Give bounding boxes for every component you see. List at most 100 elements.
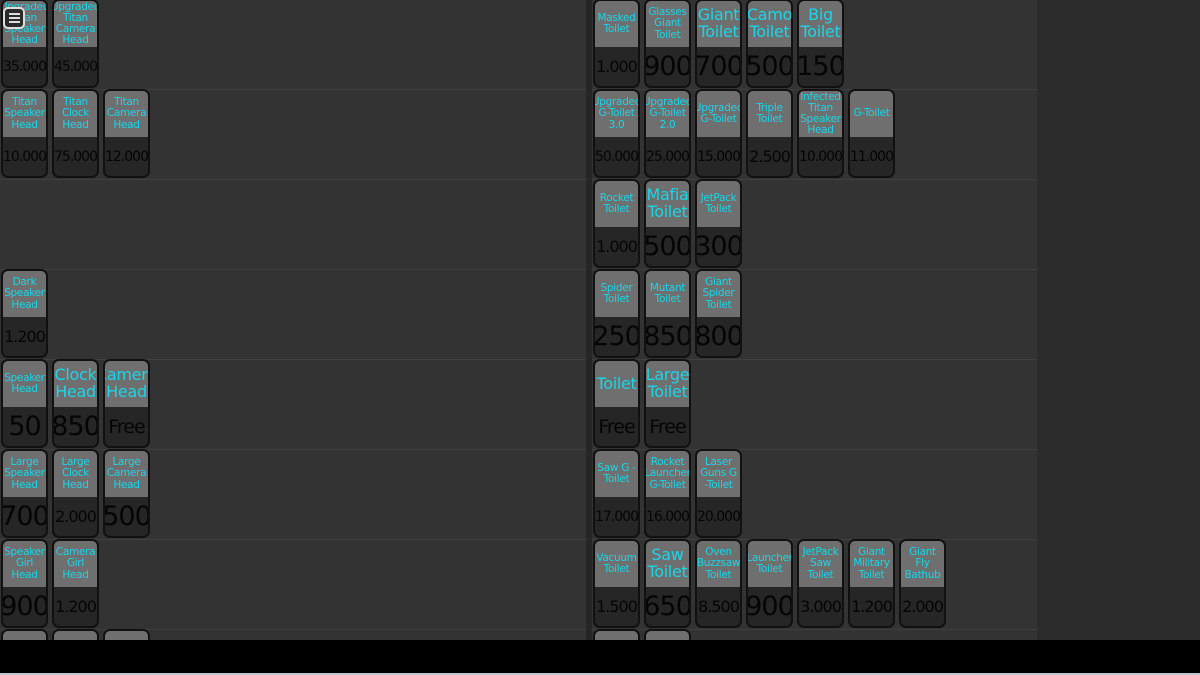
shop-item-card[interactable]: Laser Guns G -Toilet 20.000 [695, 449, 742, 538]
item-price: 17.000 [595, 508, 638, 525]
shop-row: Speaker Head 50 Clock Head 850Camera Head Fr… [0, 359, 586, 450]
shop-item-card[interactable] [1, 629, 48, 640]
shop-item-card[interactable]: Vacuum Toilet 1.500 [593, 539, 640, 628]
shop-item-card[interactable]: Titan Camera Head 12.000 [103, 89, 150, 178]
shop-item-card[interactable]: Camo Toilet 500 [746, 0, 793, 88]
shop-item-card[interactable]: Saw G -Toilet 17.000 [593, 449, 640, 538]
shop-item-card[interactable]: Dark Speaker Head 1.200 [1, 269, 48, 358]
shop-item-card[interactable]: Triple Toilet 2.500 [746, 89, 793, 178]
item-name [3, 631, 46, 640]
heads-panel[interactable]: Upgraded Titan Speaker Head35.000Upgrade… [0, 0, 586, 640]
bottom-bar [0, 640, 1200, 673]
shop-item-card[interactable]: Camera Girl Head 1.200 [52, 539, 99, 628]
item-name [595, 631, 638, 640]
item-price: 1.500 [596, 597, 638, 616]
item-price: 2.500 [749, 147, 791, 166]
shop-item-card[interactable]: Speaker Girl Head 900 [1, 539, 48, 628]
shop-item-card[interactable] [52, 629, 99, 640]
item-price: 11.000 [850, 148, 893, 165]
shop-item-card[interactable]: Launcher Toilet 900 [746, 539, 793, 628]
item-name: Speaker Head [3, 361, 46, 407]
item-price: 1.200 [4, 327, 46, 346]
shop-item-card[interactable]: Large Speaker Head 700 [1, 449, 48, 538]
shop-item-card[interactable]: Large Camera Head 500 [103, 449, 150, 538]
item-price: 900 [1, 591, 48, 622]
shop-item-card[interactable]: Upgraded G-Toilet 3.0 50.000 [593, 89, 640, 178]
shop-item-card[interactable]: JetPack Saw Toilet 3.000 [797, 539, 844, 628]
shop-item-card[interactable] [644, 629, 691, 640]
item-name: Giant Military Toilet [850, 541, 893, 587]
shop-item-card[interactable]: Camera Head Free [103, 359, 150, 448]
item-name: Speaker Girl Head [3, 541, 46, 587]
toilets-panel[interactable]: Masked Toilet 1.000 Glasses Giant Toilet 90… [592, 0, 1037, 640]
shop-row: Rocket Toilet 1.000 Mafia Toilet 500 JetPack… [592, 179, 1037, 270]
shop-item-card[interactable]: Rocket Toilet 1.000 [593, 179, 640, 268]
shop-item-card[interactable] [103, 629, 150, 640]
shop-item-card[interactable]: Titan Speaker Head 10.000 [1, 89, 48, 178]
shop-item-card[interactable]: Mutant Toilet 850 [644, 269, 691, 358]
item-name: Camera Girl Head [54, 541, 97, 587]
item-price: Free [649, 415, 686, 438]
item-price: 500 [103, 501, 150, 532]
shop-item-card[interactable]: Giant Spider Toilet 800 [695, 269, 742, 358]
item-name: Upgraded G-Toilet 3.0 [595, 91, 638, 137]
shop-row: Large Speaker Head 700 Large Clock Head 2.0… [0, 449, 586, 540]
shop-item-card[interactable]: Toilet Free [593, 359, 640, 448]
item-price: 300 [695, 231, 742, 262]
item-name: Titan Clock Head [54, 91, 97, 137]
item-price: 35.000 [3, 58, 46, 75]
item-price: 25.000 [646, 148, 689, 165]
shop-item-card[interactable]: Giant Toilet 700 [695, 0, 742, 88]
shop-item-card[interactable]: Upgraded Titan Camera Head 45.000 [52, 0, 99, 88]
item-price: 20.000 [697, 508, 740, 525]
item-name: Saw Toilet [646, 541, 689, 587]
item-price: 10.000 [799, 148, 842, 165]
shop-item-card[interactable]: Oven Buzzsaw Toilet 8.500 [695, 539, 742, 628]
shop-item-card[interactable]: Giant Fly Bathub 2.000 [899, 539, 946, 628]
item-price: 50 [8, 411, 41, 442]
shop-item-card[interactable]: Masked Toilet 1.000 [593, 0, 640, 88]
item-price: 10.000 [3, 148, 46, 165]
item-name: Giant Spider Toilet [697, 271, 740, 317]
shop-item-card[interactable]: Upgraded G-Toilet 15.000 [695, 89, 742, 178]
item-price: 500 [644, 231, 691, 262]
item-name: Upgraded Titan Camera Head [52, 0, 99, 47]
item-price: 2.000 [55, 507, 97, 526]
shop-item-card[interactable]: Clock Head 850 [52, 359, 99, 448]
shop-item-card[interactable] [593, 629, 640, 640]
shop-item-card[interactable]: Rocket Launcher G-Toilet 16.000 [644, 449, 691, 538]
shop-item-card[interactable]: Spider Toilet 250 [593, 269, 640, 358]
item-price: Free [108, 415, 145, 438]
shop-item-card[interactable]: G-Toilet 11.000 [848, 89, 895, 178]
shop-item-card[interactable]: JetPack Toilet 300 [695, 179, 742, 268]
item-name: Rocket Launcher G-Toilet [646, 451, 689, 497]
shop-item-card[interactable]: Saw Toilet 650 [644, 539, 691, 628]
item-price: 900 [746, 591, 793, 622]
shop-item-card[interactable]: Big Toilet 150 [797, 0, 844, 88]
shop-item-card[interactable]: Upgraded G-Toilet 2.0 25.000 [644, 89, 691, 178]
item-name: Upgraded G-Toilet [697, 91, 740, 137]
item-name: Glasses Giant Toilet [646, 1, 689, 47]
item-price: 1.200 [55, 597, 97, 616]
shop-item-card[interactable]: Glasses Giant Toilet 900 [644, 0, 691, 88]
item-price: 75.000 [54, 148, 97, 165]
item-name: G-Toilet [850, 91, 893, 137]
hamburger-menu-icon[interactable] [3, 7, 25, 29]
item-name: Toilet [595, 361, 638, 407]
shop-item-card[interactable]: Giant Military Toilet 1.200 [848, 539, 895, 628]
shop-item-card[interactable]: Mafia Toilet 500 [644, 179, 691, 268]
item-name: Large Clock Head [54, 451, 97, 497]
item-price: 700 [1, 501, 48, 532]
item-price: 250 [593, 321, 640, 352]
item-price: Free [598, 415, 635, 438]
shop-item-card[interactable]: Large Toilet Free [644, 359, 691, 448]
shop-item-card[interactable]: Speaker Head 50 [1, 359, 48, 448]
side-area [1037, 0, 1200, 640]
item-name: Mutant Toilet [646, 271, 689, 317]
item-price: 45.000 [54, 58, 97, 75]
shop-item-card[interactable]: Large Clock Head 2.000 [52, 449, 99, 538]
shop-item-card[interactable]: Infected Titan Speaker Head 10.000 [797, 89, 844, 178]
item-name: Big Toilet [799, 1, 842, 47]
item-name: Triple Toilet [748, 91, 791, 137]
shop-item-card[interactable]: Titan Clock Head 75.000 [52, 89, 99, 178]
